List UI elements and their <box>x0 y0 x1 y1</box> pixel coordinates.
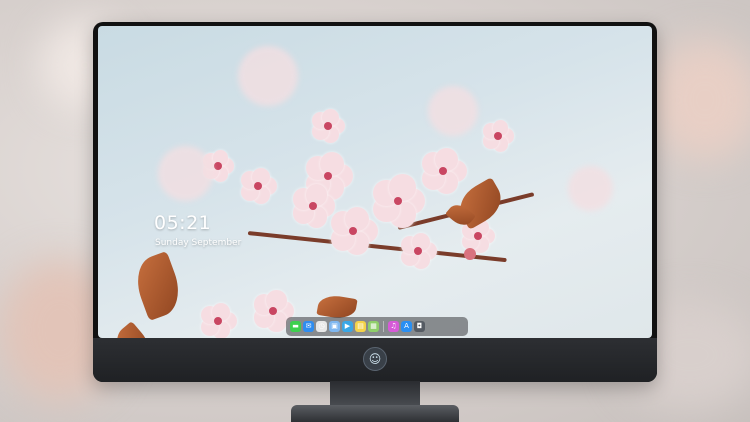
clock-date: Sunday September <box>155 238 242 248</box>
monitor: 05:21 Sunday September ▬ ✉ ◷ ▣ ▶ ▤ ▦ ♫ A ◘ ☺ <box>93 22 657 382</box>
video-icon[interactable]: ▶ <box>342 321 353 332</box>
app-store-icon[interactable]: A <box>401 321 412 332</box>
monitor-stand-neck <box>330 381 420 407</box>
flower-center <box>394 197 402 205</box>
brand-logo-icon: ☺ <box>363 347 387 371</box>
monitor-stand-base <box>291 405 459 422</box>
leaf <box>128 250 188 322</box>
flower-center <box>269 307 277 315</box>
flower-center <box>309 202 317 210</box>
flower-petal <box>344 206 369 231</box>
clock-time: 05:21 <box>154 212 212 234</box>
lock-screen[interactable]: 05:21 Sunday September ▬ ✉ ◷ ▣ ▶ ▤ ▦ ♫ A ◘ <box>98 26 652 338</box>
camera-icon[interactable]: ◘ <box>414 321 425 332</box>
flower-center <box>254 182 262 190</box>
clock-icon[interactable]: ◷ <box>316 321 327 332</box>
music-icon[interactable]: ♫ <box>388 321 399 332</box>
flower-center <box>439 167 447 175</box>
flower-center <box>324 122 332 130</box>
mail-icon[interactable]: ✉ <box>303 321 314 332</box>
flower-petal <box>435 148 459 171</box>
photos-icon[interactable]: ▦ <box>368 321 379 332</box>
flower-center <box>494 132 502 140</box>
flower-petal <box>319 151 344 176</box>
blurred-flower <box>238 46 298 106</box>
blurred-flower <box>568 166 613 211</box>
leaf <box>108 321 158 338</box>
flower-bud <box>464 248 476 260</box>
notes-icon[interactable]: ▤ <box>355 321 366 332</box>
flower-center <box>214 162 222 170</box>
flower-center <box>474 232 482 240</box>
messages-icon[interactable]: ▬ <box>290 321 301 332</box>
finder-icon[interactable]: ▣ <box>329 321 340 332</box>
flower-center <box>324 172 332 180</box>
monitor-chin: ☺ <box>93 338 657 382</box>
flower-center <box>414 247 422 255</box>
blurred-flower <box>428 86 478 136</box>
dock-separator <box>383 321 384 332</box>
background-blur <box>650 40 750 160</box>
dock: ▬ ✉ ◷ ▣ ▶ ▤ ▦ ♫ A ◘ <box>286 317 468 336</box>
flower-petal <box>389 174 416 201</box>
blurred-flower <box>158 146 213 201</box>
flower-center <box>214 317 222 325</box>
flower-center <box>349 227 357 235</box>
